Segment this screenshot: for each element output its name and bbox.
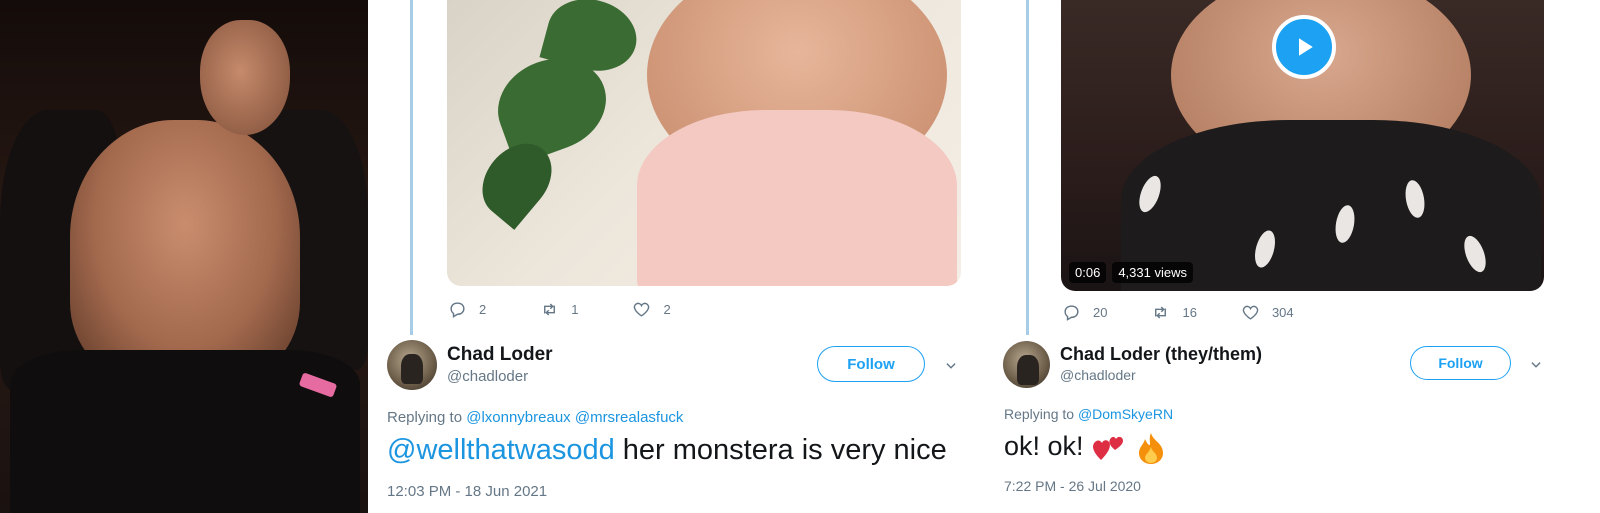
tweet-2: 0:06 4,331 views 20 16 304 Chad Loder (t…: [988, 0, 1600, 513]
tweet-text: ok! ok!: [1004, 431, 1167, 465]
retweet-count: 16: [1182, 305, 1197, 320]
tweet-body: ok! ok!: [1004, 431, 1084, 462]
replying-to-mention[interactable]: @lxonnybreaux: [466, 409, 570, 426]
replying-to: Replying to @DomSkyeRN: [1004, 406, 1173, 422]
reply-icon: [1064, 305, 1079, 321]
author-name[interactable]: Chad Loder (they/them): [1060, 344, 1262, 365]
retweet-icon: [1155, 306, 1167, 319]
reply-count: 20: [1093, 305, 1108, 320]
replying-to-prefix: Replying to: [1004, 406, 1075, 422]
follow-button[interactable]: Follow: [1410, 346, 1511, 380]
chevron-down-icon[interactable]: [1529, 358, 1543, 372]
replying-to-prefix: Replying to: [387, 409, 463, 426]
tweet-1: 2 1 2 Chad Loder @chadloder Follow Reply…: [368, 0, 988, 513]
tweet-body: her monstera is very nice: [614, 434, 947, 466]
tweet-mention[interactable]: @wellthatwasodd: [387, 434, 615, 466]
like-button[interactable]: 304: [1241, 303, 1294, 322]
tweet-2-video[interactable]: 0:06 4,331 views: [1061, 0, 1544, 291]
author-handle[interactable]: @chadloder: [1060, 367, 1136, 383]
heart-icon: [1242, 305, 1259, 320]
photo-head: [200, 20, 290, 135]
photo-tank-top: [637, 110, 957, 286]
video-duration: 0:06: [1069, 262, 1107, 283]
play-icon: [1299, 38, 1313, 56]
replying-to: Replying to @lxonnybreaux @mrsrealasfuck: [387, 409, 683, 426]
reply-button[interactable]: 20: [1062, 303, 1107, 322]
retweet-button[interactable]: 1: [540, 300, 578, 319]
like-button[interactable]: 2: [632, 300, 671, 319]
reply-button[interactable]: 2: [448, 300, 486, 319]
chevron-down-icon[interactable]: [944, 359, 958, 373]
like-count: 2: [663, 302, 671, 317]
profile-photo: [0, 0, 368, 513]
tweet-text: @wellthatwasodd her monstera is very nic…: [387, 434, 947, 467]
avatar[interactable]: [387, 340, 437, 390]
play-button[interactable]: [1272, 15, 1336, 79]
author-handle[interactable]: @chadloder: [447, 368, 528, 385]
retweet-icon: [544, 303, 556, 316]
timestamp[interactable]: 7:22 PM - 26 Jul 2020: [1004, 478, 1141, 494]
replying-to-mention[interactable]: @DomSkyeRN: [1078, 406, 1173, 422]
photo-torso: [70, 120, 300, 380]
heart-icon: [634, 302, 650, 317]
reply-icon: [450, 302, 465, 318]
fire-icon: [1138, 433, 1163, 464]
tweet-1-image[interactable]: [447, 0, 961, 286]
reply-count: 2: [479, 302, 487, 317]
thread-line: [410, 0, 413, 335]
tweet-1-actions: 2 1 2: [448, 300, 725, 319]
author-name[interactable]: Chad Loder: [447, 344, 553, 366]
avatar-figure: [401, 354, 423, 384]
avatar-figure: [1017, 355, 1039, 385]
video-views: 4,331 views: [1112, 262, 1193, 283]
replying-to-mention[interactable]: @mrsrealasfuck: [575, 409, 684, 426]
like-count: 304: [1271, 305, 1294, 320]
avatar[interactable]: [1003, 341, 1050, 388]
retweet-count: 1: [571, 302, 579, 317]
retweet-button[interactable]: 16: [1151, 303, 1197, 322]
tweet-2-actions: 20 16 304: [1062, 303, 1348, 322]
timestamp[interactable]: 12:03 PM - 18 Jun 2021: [387, 483, 547, 500]
follow-button[interactable]: Follow: [817, 346, 925, 382]
video-meta: 0:06 4,331 views: [1069, 262, 1193, 283]
thread-line: [1026, 0, 1029, 335]
two-hearts-icon: [1093, 436, 1124, 460]
